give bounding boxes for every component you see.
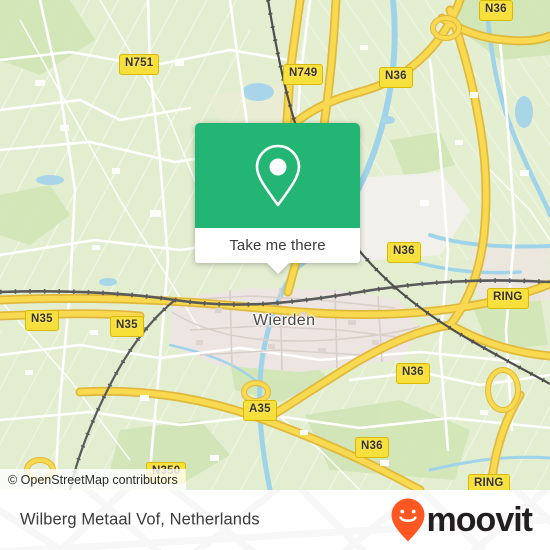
moovit-logo[interactable]: moovit — [390, 497, 533, 543]
road-shield-n36-lower: N36 — [396, 363, 430, 384]
road-shield-ring-right: RING — [487, 288, 529, 309]
moovit-wordmark: moovit — [426, 501, 533, 539]
popup-action-label: Take me there — [229, 237, 326, 254]
take-me-there-popup[interactable]: Take me there — [195, 123, 360, 274]
road-shield-n36-topright: N36 — [479, 0, 513, 21]
popup-pointer-tail — [266, 263, 289, 274]
road-shield-n751: N751 — [119, 54, 160, 75]
road-shield-n36-top: N36 — [379, 67, 413, 88]
road-shield-n36-right: N36 — [387, 242, 421, 263]
moovit-pin-icon — [391, 498, 425, 542]
road-shield-a35: A35 — [243, 400, 277, 421]
moovit-place-card: Wierden N751 N749 N36 N36 N36 RING N35 N… — [0, 0, 550, 550]
road-shield-n36-bottom: N36 — [355, 437, 389, 458]
road-shield-n749: N749 — [283, 64, 324, 85]
map-canvas[interactable]: Wierden N751 N749 N36 N36 N36 RING N35 N… — [0, 0, 550, 490]
popup-icon-area — [195, 123, 360, 228]
road-shield-ring-bottom: RING — [468, 474, 510, 490]
osm-attribution[interactable]: © OpenStreetMap contributors — [0, 469, 186, 490]
road-shield-n35-left: N35 — [25, 310, 59, 331]
place-title: Wilberg Metaal Vof, Netherlands — [20, 510, 260, 529]
map-pin-icon — [255, 144, 300, 206]
place-label-wierden: Wierden — [253, 312, 316, 329]
road-shield-n35-mid: N35 — [110, 316, 144, 337]
popup-action-bar[interactable]: Take me there — [195, 228, 360, 274]
footer-bar: Wilberg Metaal Vof, Netherlands moovit — [0, 490, 550, 550]
